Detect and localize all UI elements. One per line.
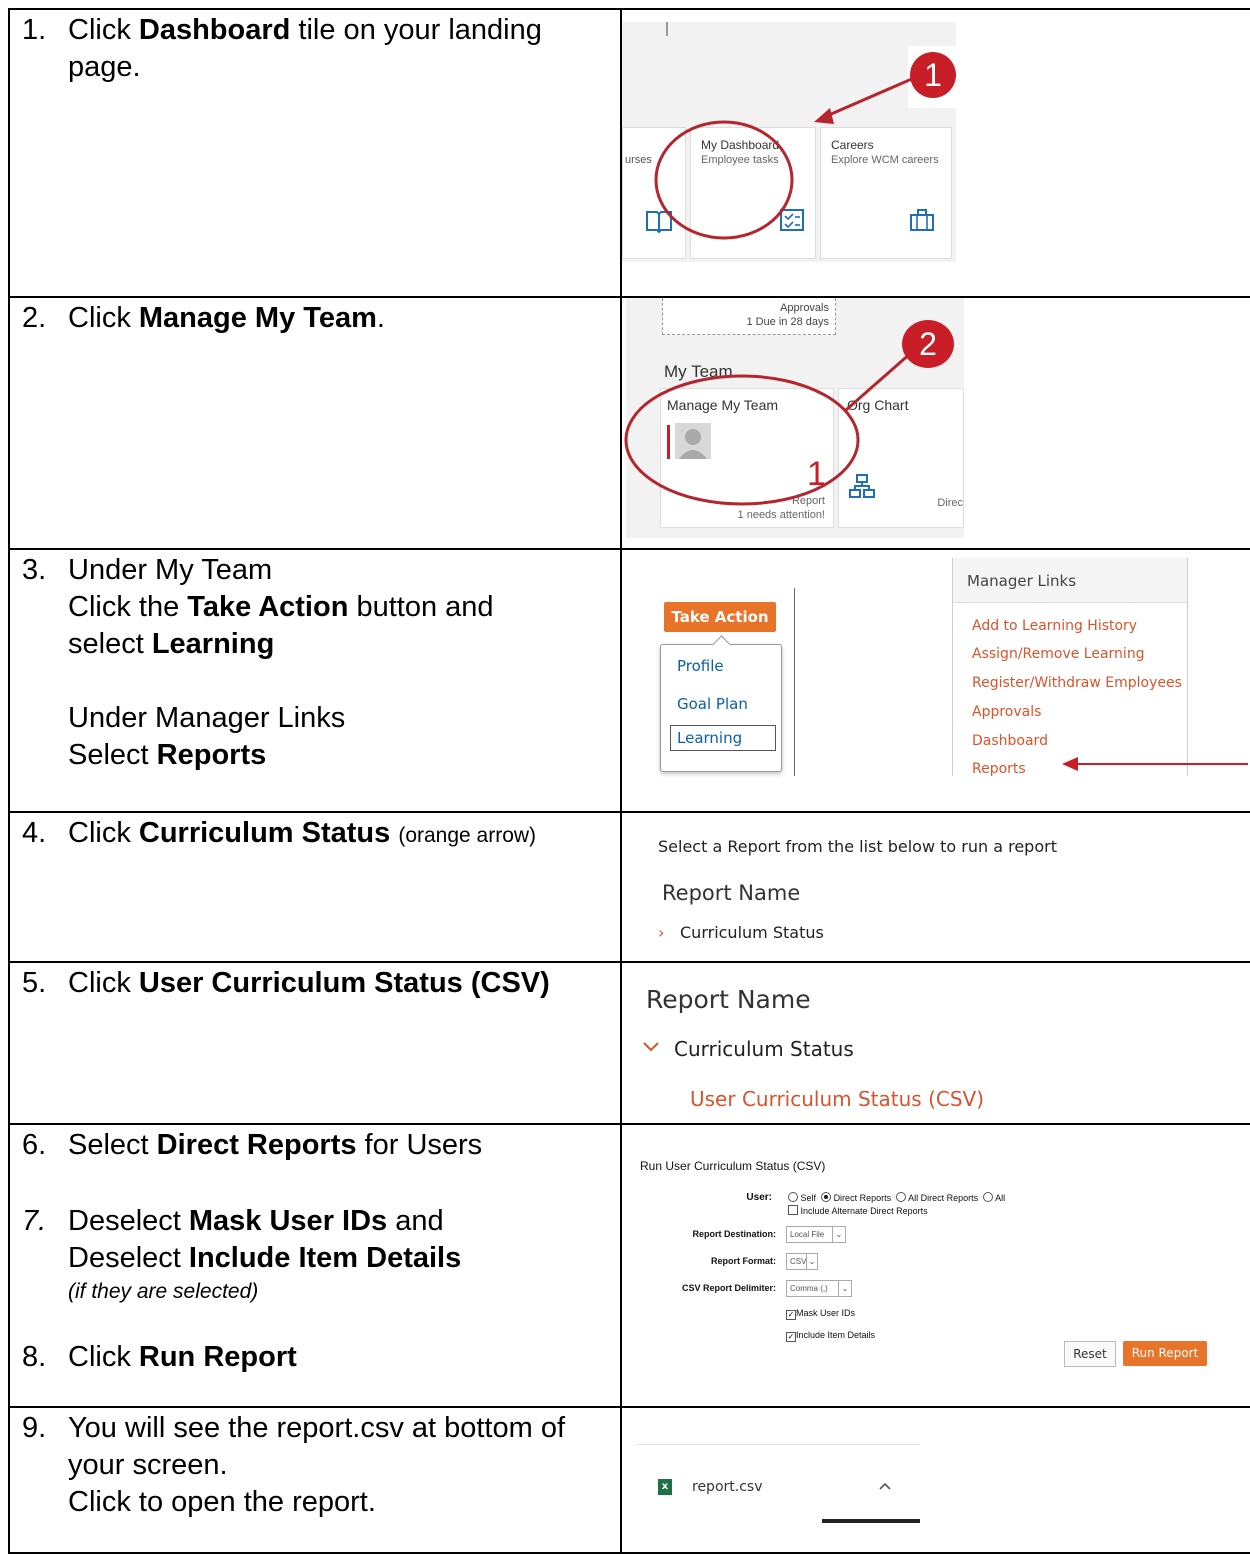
- report-destination-select[interactable]: Local File ⌄: [786, 1226, 846, 1243]
- annotation-circle-1: [654, 76, 915, 240]
- step-1-screenshot: urses My Dashboard Employee tasks Career…: [620, 8, 1250, 298]
- step-2-text: 2. Click Manage My Team.: [8, 296, 622, 550]
- step-6-text: 6. Select Direct Reports for Users 7. De…: [8, 1123, 622, 1408]
- step-1-text: 1. Click Dashboard tile on your landing …: [8, 8, 622, 298]
- download-file-name[interactable]: report.csv: [692, 1479, 763, 1495]
- checkbox-include-alternate[interactable]: [788, 1205, 798, 1215]
- take-action-button[interactable]: Take Action: [664, 602, 776, 632]
- report-name-header: Report Name: [662, 881, 801, 905]
- step-3-screenshot: Take Action Profile Goal Plan Learning M…: [620, 548, 1250, 813]
- excel-file-icon: x: [658, 1479, 672, 1495]
- chevron-right-icon: ›: [658, 923, 665, 942]
- curriculum-status-item[interactable]: Curriculum Status: [680, 923, 824, 942]
- step-4-screenshot: Select a Report from the list below to r…: [620, 811, 1250, 963]
- step-9-screenshot: x report.csv: [620, 1406, 1250, 1554]
- steps-table: 1. Click Dashboard tile on your landing …: [8, 8, 1250, 1554]
- link-add-to-learning-history[interactable]: Add to Learning History: [972, 618, 1137, 634]
- link-reports[interactable]: Reports: [972, 761, 1026, 777]
- chevron-down-icon: ⌄: [806, 1254, 817, 1269]
- user-curriculum-status-link[interactable]: User Curriculum Status (CSV): [690, 1087, 984, 1111]
- link-register-withdraw[interactable]: Register/Withdraw Employees: [972, 675, 1182, 691]
- step-row-2: 2. Click Manage My Team. Approvals 1 Due…: [8, 296, 1250, 550]
- chevron-down-icon: [643, 1042, 659, 1052]
- step-row-3: 3. Under My Team Click the Take Action b…: [8, 548, 1250, 813]
- step-row-6: 6. Select Direct Reports for Users 7. De…: [8, 1123, 1250, 1408]
- reports-arrow: [1062, 757, 1248, 771]
- step-row-1: 1. Click Dashboard tile on your landing …: [8, 8, 1250, 298]
- run-report-button[interactable]: Run Report: [1123, 1341, 1207, 1366]
- step-marker-2: 2: [902, 320, 954, 368]
- link-approvals[interactable]: Approvals: [972, 704, 1041, 720]
- step-row-9: 9. You will see the report.csv at bottom…: [8, 1406, 1250, 1554]
- step-row-5: 5. Click User Curriculum Status (CSV) Re…: [8, 961, 1250, 1125]
- form-title: Run User Curriculum Status (CSV): [640, 1159, 826, 1173]
- menu-item-profile[interactable]: Profile: [677, 657, 724, 675]
- download-bar: x report.csv: [636, 1444, 920, 1523]
- reset-button[interactable]: Reset: [1064, 1341, 1116, 1367]
- manage-my-team-label: Manage My Team: [138, 302, 377, 334]
- step-number: 1.: [22, 14, 47, 46]
- chevron-up-icon[interactable]: [878, 1481, 892, 1491]
- manager-links-panel: Manager Links Add to Learning History As…: [952, 558, 1188, 777]
- chevron-down-icon: ⌄: [838, 1281, 851, 1296]
- link-dashboard[interactable]: Dashboard: [972, 733, 1048, 749]
- checkbox-include-item-details[interactable]: ✓: [786, 1332, 796, 1342]
- step-6-screenshot: Run User Curriculum Status (CSV) User: S…: [620, 1123, 1250, 1408]
- step-3-text: 3. Under My Team Click the Take Action b…: [8, 548, 622, 813]
- step-row-4: 4. Click Curriculum Status (orange arrow…: [8, 811, 1250, 963]
- menu-item-goal-plan[interactable]: Goal Plan: [677, 695, 748, 713]
- report-format-select[interactable]: CSV ⌄: [786, 1253, 818, 1270]
- take-action-menu: Profile Goal Plan Learning: [660, 635, 782, 772]
- chevron-down-icon: ⌄: [832, 1227, 845, 1242]
- radio-all-direct-reports[interactable]: [896, 1192, 907, 1202]
- checkbox-mask-user-ids[interactable]: ✓: [786, 1310, 796, 1320]
- radio-self[interactable]: [788, 1192, 798, 1202]
- step-2-screenshot: Approvals 1 Due in 28 days My Team Manag…: [620, 296, 1250, 550]
- step-5-text: 5. Click User Curriculum Status (CSV): [8, 961, 622, 1125]
- menu-item-learning[interactable]: Learning: [670, 725, 776, 751]
- radio-direct-reports[interactable]: [821, 1192, 832, 1202]
- step-9-text: 9. You will see the report.csv at bottom…: [8, 1406, 622, 1554]
- csv-delimiter-select[interactable]: Comma (,) ⌄: [786, 1280, 852, 1297]
- link-assign-remove-learning[interactable]: Assign/Remove Learning: [972, 646, 1145, 662]
- dashboard-label: Dashboard: [138, 14, 291, 46]
- radio-all[interactable]: [983, 1192, 994, 1202]
- step-5-screenshot: Report Name Curriculum Status User Curri…: [620, 961, 1250, 1125]
- step-4-text: 4. Click Curriculum Status (orange arrow…: [8, 811, 622, 963]
- step-marker-1: 1: [910, 52, 956, 98]
